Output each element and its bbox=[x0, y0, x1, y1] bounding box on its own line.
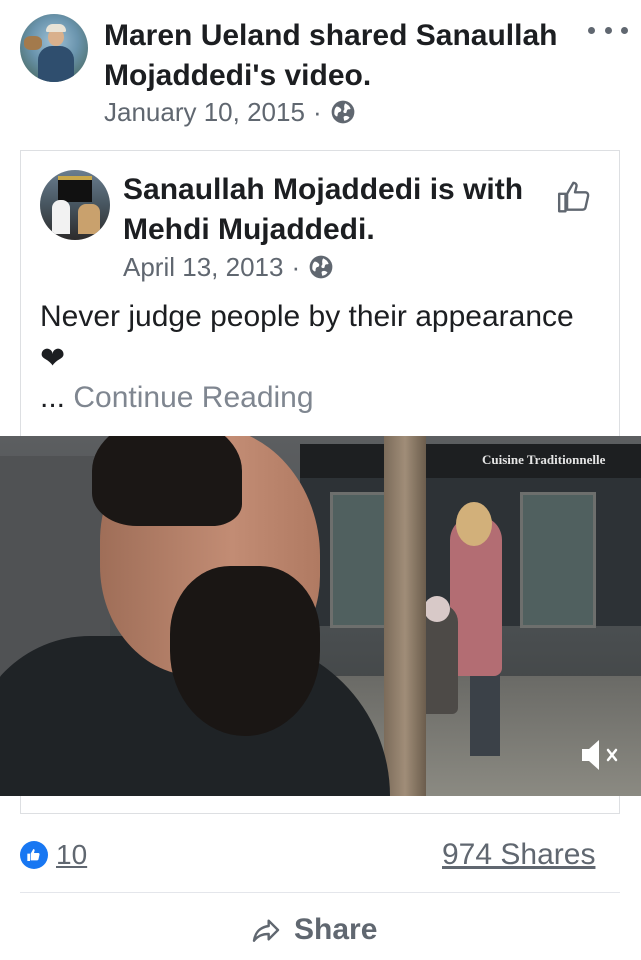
globe-icon[interactable] bbox=[308, 254, 334, 280]
video-tree-trunk bbox=[384, 436, 426, 796]
meta-separator: · bbox=[312, 96, 322, 127]
video-player[interactable]: Cuisine Traditionnelle bbox=[0, 436, 641, 796]
poster-avatar[interactable] bbox=[40, 170, 110, 240]
reaction-count[interactable]: 10 bbox=[56, 839, 87, 871]
original-post-meta: April 13, 2013 · bbox=[123, 250, 334, 284]
video-store-sign: Cuisine Traditionnelle bbox=[482, 452, 606, 467]
continue-reading-link[interactable]: Continue Reading bbox=[73, 381, 313, 414]
globe-icon[interactable] bbox=[330, 99, 356, 125]
share-label: Share bbox=[294, 913, 378, 946]
original-post-date[interactable]: April 13, 2013 bbox=[123, 252, 283, 283]
more-options-icon[interactable] bbox=[588, 18, 628, 42]
shares-count[interactable]: 974 Shares bbox=[442, 838, 595, 872]
share-header-title[interactable]: Maren Ueland shared Sanaullah Mojaddedi'… bbox=[104, 16, 564, 96]
meta-separator: · bbox=[291, 251, 301, 282]
sharer-avatar[interactable] bbox=[20, 14, 88, 82]
like-badge-icon bbox=[20, 841, 48, 869]
share-button[interactable]: Share bbox=[250, 910, 377, 950]
share-header-meta: January 10, 2015 · bbox=[104, 96, 356, 128]
share-arrow-icon bbox=[252, 919, 280, 942]
thumbs-up-icon[interactable] bbox=[556, 178, 594, 216]
share-date[interactable]: January 10, 2015 bbox=[104, 97, 305, 128]
footer-divider bbox=[20, 892, 620, 893]
original-post-title[interactable]: Sanaullah Mojaddedi is with Mehdi Mujadd… bbox=[123, 170, 533, 250]
reactions-summary[interactable]: 10 bbox=[20, 839, 87, 871]
post-text: Never judge people by their appearance ❤ bbox=[40, 300, 574, 375]
continue-reading-row: ... Continue Reading bbox=[40, 380, 314, 416]
speaker-muted-icon[interactable] bbox=[578, 736, 624, 774]
ellipsis: ... bbox=[40, 381, 66, 414]
